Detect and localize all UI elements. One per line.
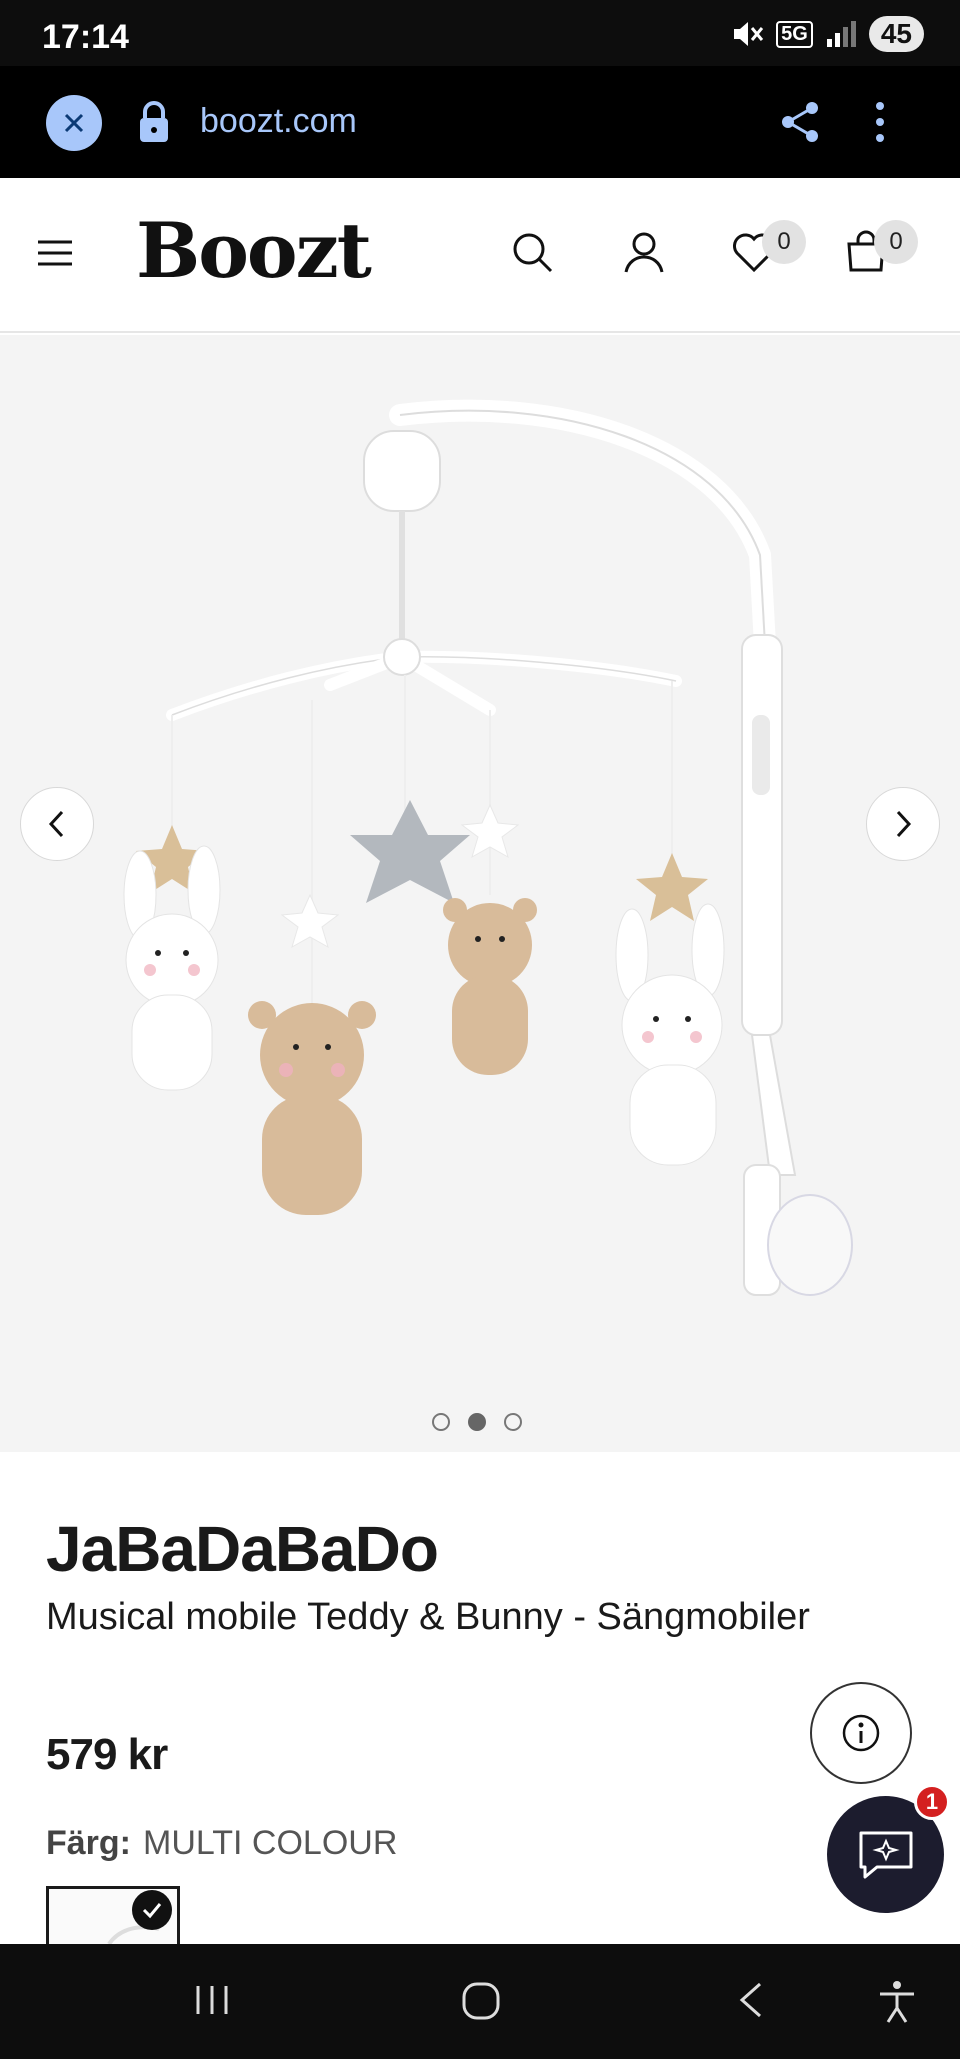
share-icon[interactable] bbox=[780, 100, 820, 144]
color-value: MULTI COLOUR bbox=[143, 1824, 398, 1862]
url-text[interactable]: boozt.com bbox=[200, 102, 357, 141]
chat-sparkle-icon bbox=[859, 1831, 912, 1878]
system-nav-bar bbox=[0, 1944, 960, 2059]
close-icon bbox=[64, 113, 84, 133]
pagination-dot[interactable] bbox=[504, 1413, 522, 1431]
close-tab-button[interactable] bbox=[46, 95, 102, 151]
pagination-dot-active[interactable] bbox=[468, 1413, 486, 1431]
site-header: Boozt 0 0 bbox=[0, 178, 960, 333]
color-row: Färg: MULTI COLOUR bbox=[46, 1824, 397, 1863]
status-bar: 17:14 5G 45 bbox=[0, 0, 960, 66]
previous-image-button[interactable] bbox=[20, 787, 94, 861]
product-brand[interactable]: JaBaDaBaDo bbox=[46, 1512, 439, 1586]
product-name: Musical mobile Teddy & Bunny - Sängmobil… bbox=[46, 1596, 810, 1638]
product-gallery[interactable] bbox=[0, 335, 960, 1452]
mute-icon bbox=[734, 22, 764, 46]
accessibility-icon[interactable] bbox=[876, 1980, 918, 2024]
site-logo[interactable]: Boozt bbox=[136, 206, 372, 295]
signal-icon bbox=[826, 21, 856, 47]
menu-icon[interactable] bbox=[36, 238, 74, 268]
lock-icon[interactable] bbox=[136, 100, 172, 144]
home-icon[interactable] bbox=[460, 1980, 502, 2022]
chevron-left-icon bbox=[48, 810, 64, 838]
gallery-pagination bbox=[432, 1413, 522, 1431]
more-options-icon[interactable] bbox=[872, 100, 888, 144]
back-icon[interactable] bbox=[732, 1980, 772, 2020]
status-time: 17:14 bbox=[42, 18, 129, 56]
color-label: Färg: bbox=[46, 1824, 131, 1862]
selected-check-icon bbox=[132, 1890, 172, 1930]
wishlist-count-badge: 0 bbox=[762, 220, 806, 264]
account-icon[interactable] bbox=[622, 230, 666, 274]
product-image[interactable] bbox=[0, 335, 960, 1452]
pagination-dot[interactable] bbox=[432, 1413, 450, 1431]
next-image-button[interactable] bbox=[866, 787, 940, 861]
network-type: 5G bbox=[776, 20, 813, 48]
info-button[interactable] bbox=[810, 1682, 912, 1784]
cart-count-badge: 0 bbox=[874, 220, 918, 264]
page: 17:14 5G 45 boozt.com Boozt 0 0 JaBaDaBa… bbox=[0, 0, 960, 2059]
battery-indicator: 45 bbox=[868, 16, 924, 52]
info-icon bbox=[842, 1714, 880, 1752]
chevron-right-icon bbox=[896, 810, 912, 838]
recent-apps-icon[interactable] bbox=[192, 1980, 232, 2020]
chat-unread-badge: 1 bbox=[914, 1784, 950, 1820]
status-icons: 5G 45 bbox=[730, 14, 924, 54]
product-price: 579 kr bbox=[46, 1730, 168, 1779]
search-icon[interactable] bbox=[510, 230, 554, 274]
browser-bar: boozt.com bbox=[0, 66, 960, 178]
